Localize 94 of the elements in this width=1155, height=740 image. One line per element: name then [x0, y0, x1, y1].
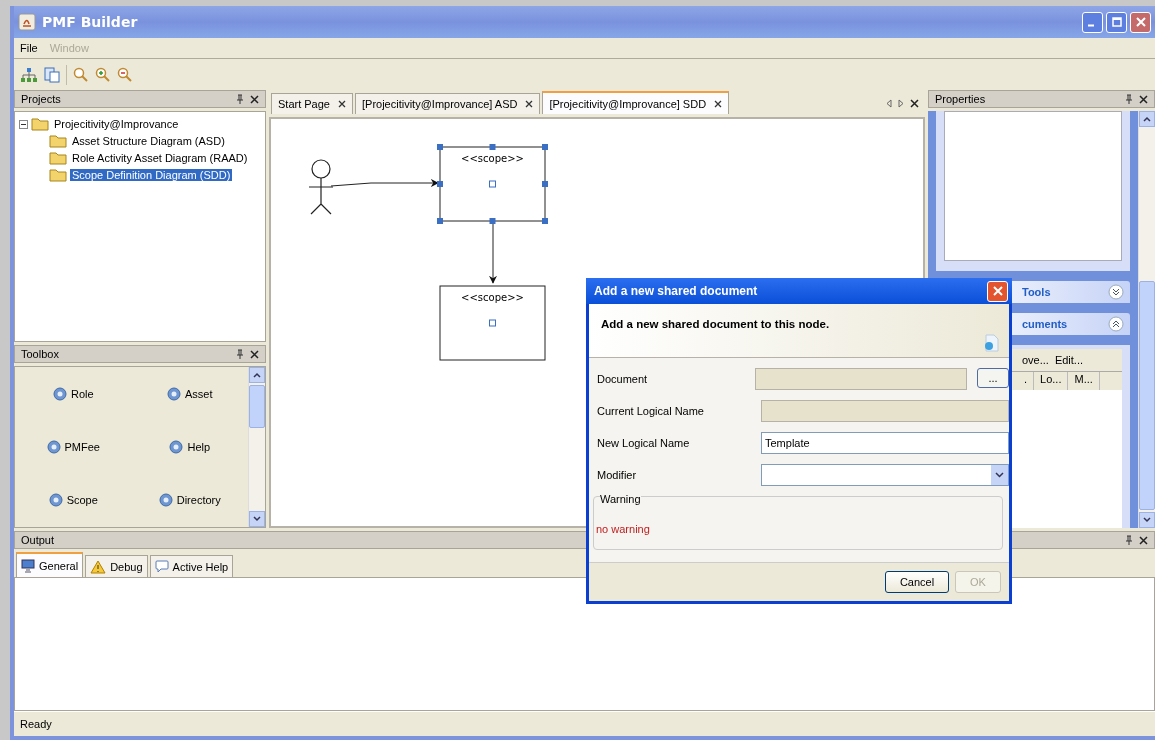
dialog-title: Add a new shared document	[594, 284, 759, 298]
close-button[interactable]	[1130, 11, 1151, 33]
folder-icon	[49, 151, 67, 165]
toolbox-item[interactable]: Asset	[131, 384, 248, 403]
close-icon[interactable]	[1139, 94, 1148, 104]
node-stereotype: <<scope>>	[461, 153, 524, 164]
field-label: Current Logical Name	[597, 405, 705, 417]
field-label: Document	[597, 373, 649, 385]
status-text: Ready	[20, 718, 52, 730]
pin-icon[interactable]	[1125, 94, 1133, 104]
maximize-icon	[1111, 17, 1122, 27]
editor-tab[interactable]: [Projecitivity@Improvance] ASD	[355, 93, 541, 114]
tree-item[interactable]: Asset Structure Diagram (ASD)	[70, 135, 227, 147]
chevron-up-icon[interactable]	[253, 372, 261, 378]
zoom-out-icon[interactable]	[117, 66, 133, 83]
tree-item[interactable]: Scope Definition Diagram (SDD)	[70, 169, 233, 181]
close-icon[interactable]	[910, 99, 919, 108]
document-icon	[983, 334, 999, 352]
folder-icon	[49, 168, 67, 182]
chevron-icon[interactable]	[1108, 316, 1124, 332]
close-icon[interactable]	[250, 94, 259, 104]
toolbox-item[interactable]: Directory	[131, 490, 248, 509]
zoom-in-icon[interactable]	[95, 66, 111, 83]
chevron-down-icon[interactable]	[1143, 517, 1151, 523]
pin-icon[interactable]	[236, 94, 244, 104]
toolbox-item[interactable]: Help	[131, 437, 248, 456]
field-label: Modifier	[597, 469, 638, 481]
close-icon[interactable]	[338, 100, 346, 108]
help-ball-icon	[169, 439, 184, 454]
dialog-button[interactable]: Cancel	[885, 571, 949, 593]
chevron-down-icon[interactable]	[253, 516, 261, 522]
folder-icon	[31, 117, 49, 131]
scrollbar[interactable]	[248, 367, 265, 527]
field-label: New Logical Name	[597, 437, 691, 449]
editor-tab[interactable]: Start Page	[271, 93, 353, 114]
help-ball-icon	[167, 386, 181, 401]
scrollbar[interactable]	[1138, 111, 1155, 528]
chevron-up-icon[interactable]	[1143, 116, 1151, 122]
chevron-down-icon[interactable]	[995, 472, 1004, 478]
warning-message: no warning	[596, 523, 650, 535]
help-ball-icon	[46, 439, 61, 454]
action-link[interactable]: Edit...	[1054, 354, 1084, 366]
dialog-heading: Add a new shared document to this node.	[601, 318, 831, 330]
close-icon	[992, 286, 1003, 296]
toolbox-item[interactable]: Scope	[15, 490, 132, 509]
folder-icon	[49, 134, 67, 148]
connector-arrow[interactable]	[330, 179, 439, 187]
collapse-icon[interactable]	[19, 119, 28, 129]
maximize-button[interactable]	[1106, 11, 1127, 33]
output-tab[interactable]: Debug	[85, 555, 148, 577]
tree-item[interactable]: Projecitivity@Improvance	[52, 118, 181, 130]
close-icon	[1135, 17, 1146, 27]
output-tab[interactable]: Active Help	[149, 555, 234, 577]
minimize-icon	[1088, 23, 1094, 27]
panel-title: Projects	[21, 93, 62, 105]
scroll-right-icon[interactable]	[898, 99, 904, 108]
node-stereotype: <<scope>>	[461, 292, 524, 303]
scroll-left-icon[interactable]	[886, 99, 892, 108]
minimize-button[interactable]	[1082, 11, 1103, 33]
action-link[interactable]: ove...	[1022, 354, 1049, 366]
tree-item[interactable]: Role Activity Asset Diagram (RAAD)	[70, 152, 250, 164]
close-button[interactable]	[987, 280, 1008, 302]
connector-arrow[interactable]	[489, 222, 497, 284]
chevron-icon[interactable]	[1108, 284, 1124, 300]
zoom-icon[interactable]	[73, 66, 89, 83]
warning-icon	[90, 559, 107, 574]
actor-figure[interactable]	[308, 159, 334, 215]
group-title: Warning	[600, 493, 641, 505]
close-icon[interactable]	[250, 349, 259, 359]
help-ball-icon	[158, 492, 173, 507]
window-title: PMF Builder	[42, 14, 138, 30]
toolbox-item[interactable]: Role	[15, 384, 132, 403]
scope-node[interactable]	[439, 285, 546, 361]
close-icon[interactable]	[525, 100, 534, 108]
input-field[interactable]: Template	[761, 432, 1009, 454]
pin-icon[interactable]	[1125, 535, 1133, 545]
hierarchy-icon[interactable]	[20, 66, 38, 83]
close-icon[interactable]	[714, 99, 723, 108]
close-icon[interactable]	[1139, 535, 1148, 545]
panel-title: Output	[21, 534, 56, 546]
menu-item[interactable]: File	[20, 42, 38, 54]
monitor-icon	[21, 558, 35, 573]
pin-icon[interactable]	[236, 349, 244, 359]
app-icon	[18, 13, 36, 31]
editor-tab[interactable]: [Projecitivity@Improvance] SDD	[542, 91, 730, 114]
toolbox-item[interactable]: PMFee	[15, 437, 132, 456]
panel-title: Properties	[935, 93, 987, 105]
help-ball-icon	[48, 492, 63, 507]
panel-title: Toolbox	[21, 348, 60, 360]
output-tab[interactable]: General	[16, 552, 84, 577]
scope-node[interactable]	[437, 144, 548, 224]
help-ball-icon	[52, 386, 67, 401]
speech-bubble-icon	[154, 560, 169, 573]
pages-icon[interactable]	[44, 66, 60, 83]
